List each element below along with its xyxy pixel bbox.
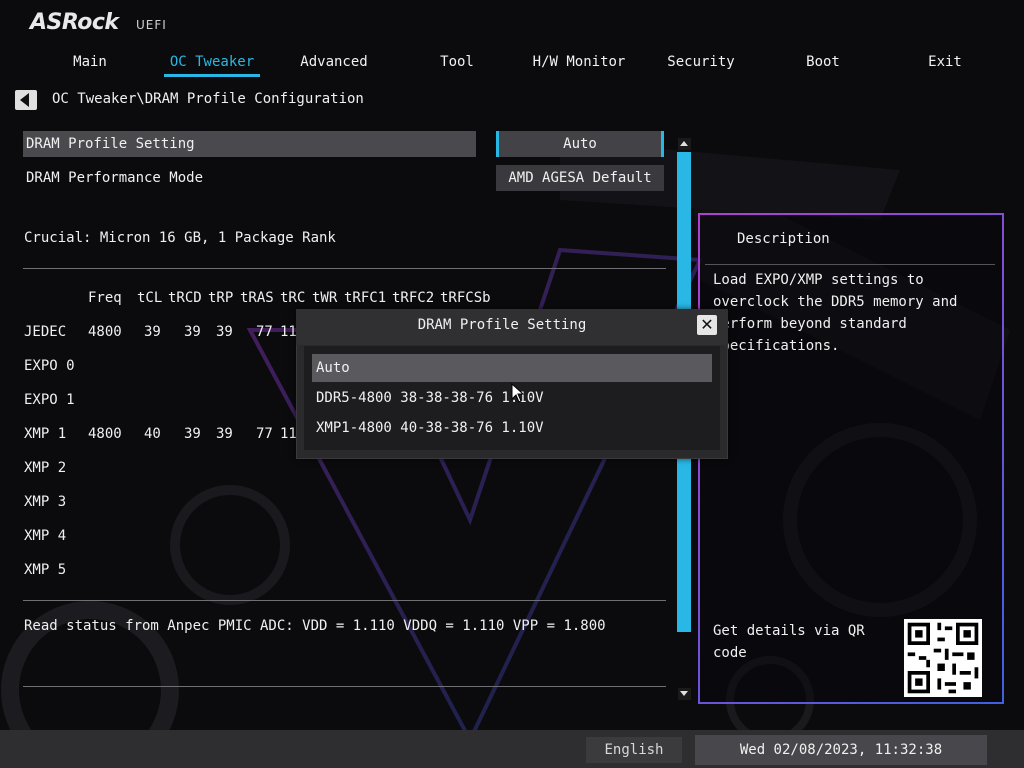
divider xyxy=(23,600,666,601)
timing-header-trc: tRC xyxy=(280,290,306,306)
dialog-option-auto[interactable]: Auto xyxy=(312,354,712,382)
timing-header-trfc1: tRFC1 xyxy=(344,290,387,306)
profile-name: XMP 4 xyxy=(24,528,67,544)
setting-value-dram-profile[interactable]: Auto xyxy=(496,131,664,157)
profile-value: 77 xyxy=(256,324,273,340)
description-title: Description xyxy=(737,231,830,247)
setting-value-dram-performance-mode[interactable]: AMD AGESA Default xyxy=(496,165,664,191)
profile-value: 39 xyxy=(216,426,233,442)
timing-header-trfcsb: tRFCSb xyxy=(440,290,491,306)
active-tab-indicator xyxy=(164,74,260,77)
profile-name: XMP 3 xyxy=(24,494,67,510)
divider xyxy=(23,268,666,269)
divider xyxy=(23,686,666,687)
profile-value: 77 xyxy=(256,426,273,442)
profile-value: 4800 xyxy=(88,324,122,340)
profile-name: XMP 2 xyxy=(24,460,67,476)
tab-tool[interactable]: Tool xyxy=(402,54,512,70)
main-tab-bar: Main OC Tweaker Advanced Tool H/W Monito… xyxy=(0,50,1024,80)
timing-header-trp: tRP xyxy=(208,290,234,306)
profile-name: XMP 5 xyxy=(24,562,67,578)
profile-value: 40 xyxy=(144,426,161,442)
profile-value: 39 xyxy=(184,426,201,442)
tab-security[interactable]: Security xyxy=(646,54,756,70)
tab-oc-tweaker[interactable]: OC Tweaker xyxy=(157,54,267,70)
close-icon[interactable]: ✕ xyxy=(697,315,717,335)
description-text: Load EXPO/XMP settings to overclock the … xyxy=(713,272,958,354)
scroll-down-button[interactable] xyxy=(678,688,691,700)
tab-exit[interactable]: Exit xyxy=(890,54,1000,70)
timing-header-twr: tWR xyxy=(312,290,338,306)
profile-name: JEDEC xyxy=(24,324,67,340)
tab-main[interactable]: Main xyxy=(35,54,145,70)
timing-header-trfc2: tRFC2 xyxy=(392,290,435,306)
pmic-status: Read status from Anpec PMIC ADC: VDD = 1… xyxy=(24,618,606,634)
uefi-label: UEFI xyxy=(136,18,167,32)
setting-label-dram-performance-mode[interactable]: DRAM Performance Mode xyxy=(26,170,203,186)
qr-code-icon xyxy=(904,619,982,697)
back-button[interactable] xyxy=(15,90,37,110)
dialog-option-xmp1-4800[interactable]: XMP1-4800 40-38-38-76 1.10V xyxy=(312,414,712,442)
profile-value: 39 xyxy=(184,324,201,340)
datetime-display: Wed 02/08/2023, 11:32:38 xyxy=(695,735,987,765)
profile-name: EXPO 0 xyxy=(24,358,75,374)
asrock-logo: ASRock xyxy=(30,10,119,35)
profile-name: XMP 1 xyxy=(24,426,67,442)
timing-header-freq: Freq xyxy=(88,290,122,306)
timing-header-tras: tRAS xyxy=(240,290,274,306)
timing-header-trcd: tRCD xyxy=(168,290,202,306)
profile-value: 4800 xyxy=(88,426,122,442)
description-divider xyxy=(705,264,995,265)
timing-header-tcl: tCL xyxy=(137,290,163,306)
setting-label-dram-profile[interactable]: DRAM Profile Setting xyxy=(26,136,195,152)
tab-advanced[interactable]: Advanced xyxy=(279,54,389,70)
tab-hw-monitor[interactable]: H/W Monitor xyxy=(524,54,634,70)
profile-value: 39 xyxy=(216,324,233,340)
tab-boot[interactable]: Boot xyxy=(768,54,878,70)
qr-caption: Get details via QR code xyxy=(713,623,865,661)
profile-value: 39 xyxy=(144,324,161,340)
scroll-up-button[interactable] xyxy=(678,138,691,150)
back-arrow-icon xyxy=(20,93,29,107)
breadcrumb: OC Tweaker\DRAM Profile Configuration xyxy=(52,91,364,107)
mouse-cursor-icon xyxy=(511,383,525,403)
language-button[interactable]: English xyxy=(586,737,682,763)
dialog-title: DRAM Profile Setting xyxy=(417,317,587,333)
profile-name: EXPO 1 xyxy=(24,392,75,408)
memory-module-info: Crucial: Micron 16 GB, 1 Package Rank xyxy=(24,230,336,246)
